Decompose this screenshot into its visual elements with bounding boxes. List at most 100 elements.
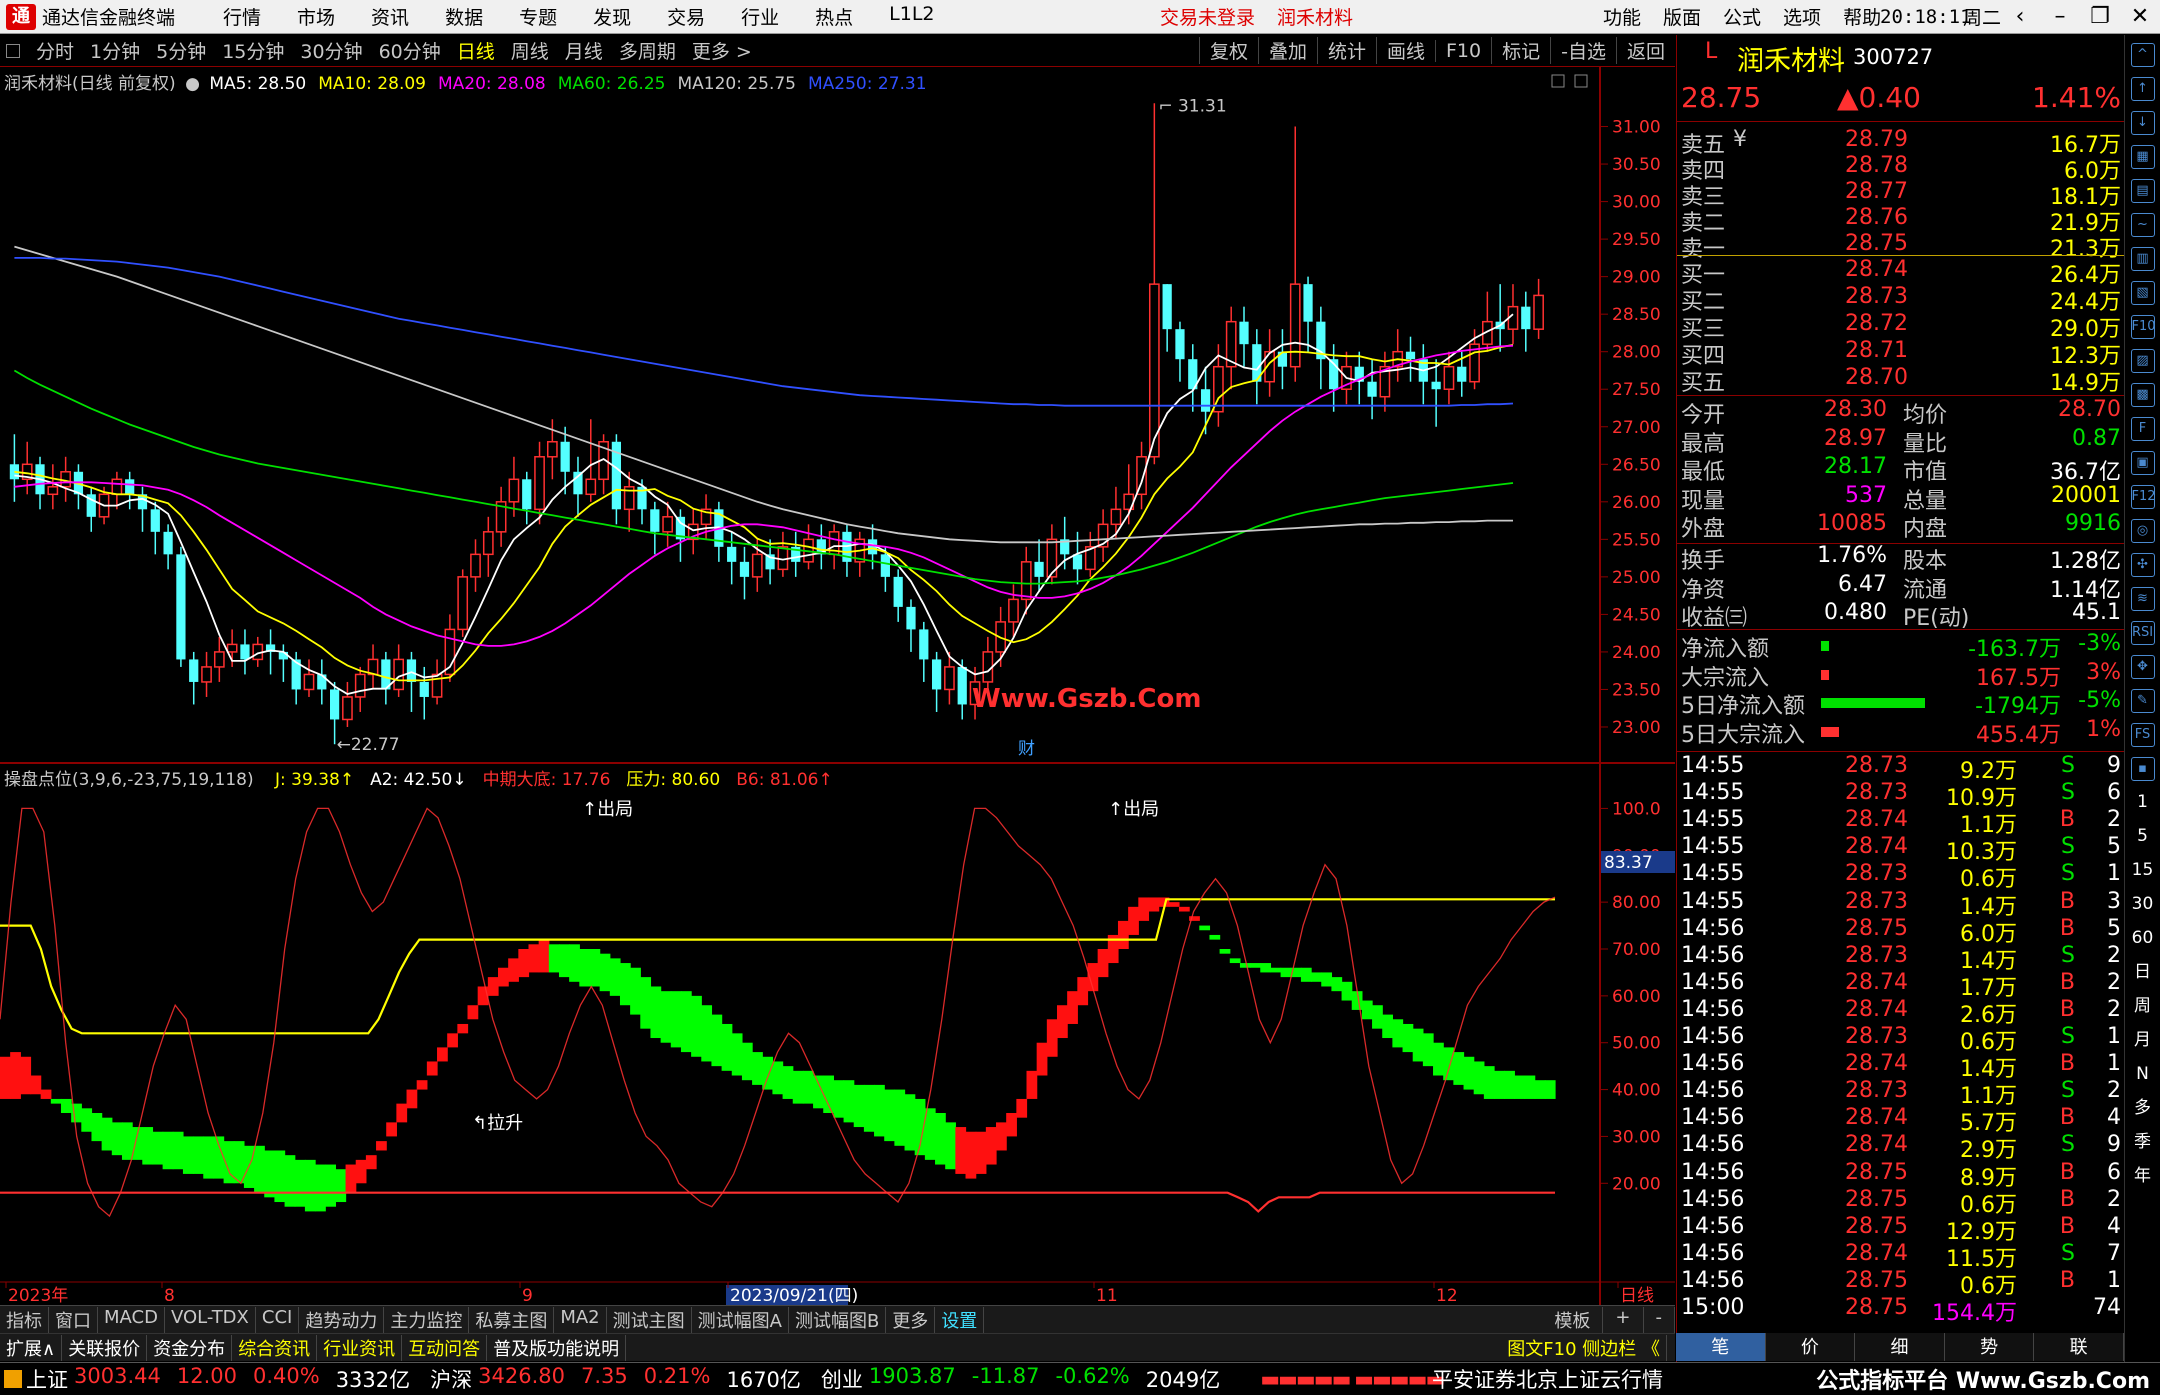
side-tool-icon-2[interactable]: ↓ bbox=[2130, 111, 2155, 135]
info-tab-1[interactable]: 关联报价 bbox=[62, 1334, 148, 1361]
side-tool-icon-5[interactable]: ~ bbox=[2130, 213, 2155, 237]
ask-price[interactable]: 28.77 bbox=[1845, 179, 1908, 204]
side-tool-icon-6[interactable]: ▥ bbox=[2130, 247, 2155, 271]
period-tab-8[interactable]: 月线 bbox=[557, 37, 611, 64]
chart-area[interactable]: 31.00 30.50 30.00 29.50 29.00 28.50 28.00 27.50… bbox=[0, 67, 1675, 1312]
side-tool-icon-27[interactable]: 日 bbox=[2131, 961, 2155, 985]
indicator-tab-3[interactable]: VOL-TDX bbox=[165, 1306, 256, 1333]
chart-tool-0[interactable]: 复权 bbox=[1198, 37, 1258, 64]
bid-price[interactable]: 28.73 bbox=[1845, 284, 1908, 309]
side-tool-icon-14[interactable]: ◎ bbox=[2130, 519, 2155, 543]
period-tab-0[interactable]: 分时 bbox=[28, 37, 82, 64]
menu-item-3[interactable]: 数据 bbox=[427, 3, 501, 30]
indicator-tab-5[interactable]: 趋势动力 bbox=[299, 1306, 385, 1333]
template-control-0[interactable]: 模板 bbox=[1542, 1306, 1604, 1333]
side-tool-icon-7[interactable]: ▧ bbox=[2130, 281, 2155, 305]
side-tool-icon-19[interactable]: ✎ bbox=[2130, 689, 2155, 713]
quote-tab-4[interactable]: 联 bbox=[2034, 1333, 2124, 1361]
period-tab-7[interactable]: 周线 bbox=[503, 37, 557, 64]
minimize-icon[interactable]: – bbox=[2040, 4, 2080, 29]
indicator-tab-7[interactable]: 私募主图 bbox=[469, 1306, 555, 1333]
indicator-tab-12[interactable]: 更多 bbox=[886, 1306, 936, 1333]
side-tool-icon-13[interactable]: F12 bbox=[2130, 485, 2156, 509]
ask-price[interactable]: 28.76 bbox=[1845, 205, 1908, 230]
info-tab-2[interactable]: 资金分布 bbox=[147, 1334, 233, 1361]
quote-tab-1[interactable]: 价 bbox=[1765, 1333, 1856, 1361]
side-tool-icon-32[interactable]: 季 bbox=[2131, 1131, 2155, 1155]
menu-item-8[interactable]: 热点 bbox=[797, 3, 871, 30]
side-tool-icon-24[interactable]: 15 bbox=[2131, 859, 2155, 883]
index-quote[interactable]: 上证 3003.44 12.00 0.40% 3332亿 bbox=[26, 1364, 430, 1394]
info-tab-3[interactable]: 综合资讯 bbox=[232, 1334, 318, 1361]
side-tool-icon-31[interactable]: 多 bbox=[2131, 1097, 2155, 1121]
side-tool-icon-33[interactable]: 年 bbox=[2131, 1165, 2155, 1189]
status-link-0[interactable]: 交易未登录 bbox=[1160, 3, 1255, 30]
sidebar-toggle[interactable]: 图文F10 侧边栏 《 bbox=[1501, 1334, 1667, 1361]
right-menu-item-1[interactable]: 版面 bbox=[1652, 3, 1712, 30]
side-tool-icon-8[interactable]: F10 bbox=[2130, 315, 2156, 339]
chart-tool-7[interactable]: 返回 bbox=[1615, 37, 1675, 64]
chart-tool-4[interactable]: F10 bbox=[1435, 39, 1491, 62]
bid-price[interactable]: 28.70 bbox=[1845, 365, 1908, 390]
indicator-tab-13[interactable]: 设置 bbox=[935, 1306, 985, 1333]
bid-price[interactable]: 28.72 bbox=[1845, 311, 1908, 336]
menu-item-5[interactable]: 发现 bbox=[575, 3, 649, 30]
side-tool-icon-4[interactable]: ▤ bbox=[2130, 179, 2155, 203]
right-menu-item-2[interactable]: 公式 bbox=[1712, 3, 1772, 30]
side-tool-icon-12[interactable]: ▣ bbox=[2130, 451, 2155, 475]
ask-price[interactable]: 28.75 bbox=[1845, 231, 1908, 256]
indicator-tab-9[interactable]: 测试主图 bbox=[607, 1306, 692, 1333]
period-tab-1[interactable]: 1分钟 bbox=[82, 37, 148, 64]
side-tool-icon-28[interactable]: 周 bbox=[2131, 995, 2155, 1019]
indicator-tab-1[interactable]: 窗口 bbox=[49, 1306, 98, 1333]
period-tab-5[interactable]: 60分钟 bbox=[371, 37, 449, 64]
menu-item-9[interactable]: L1L2 bbox=[871, 3, 952, 30]
index-quote[interactable]: 创业 1903.87 -11.87 -0.62% 2049亿 bbox=[821, 1364, 1240, 1394]
period-tab-6[interactable]: 日线 bbox=[449, 37, 503, 64]
menu-item-0[interactable]: 行情 bbox=[205, 3, 279, 30]
chart-tool-1[interactable]: 叠加 bbox=[1257, 37, 1317, 64]
right-menu-item-0[interactable]: 功能 bbox=[1592, 3, 1652, 30]
side-tool-icon-15[interactable]: ✣ bbox=[2130, 553, 2155, 577]
side-tool-icon-0[interactable]: ^ bbox=[2130, 43, 2155, 67]
indicator-tab-10[interactable]: 测试幅图A bbox=[692, 1306, 789, 1333]
indicator-tab-11[interactable]: 测试幅图B bbox=[789, 1306, 887, 1333]
quote-tab-3[interactable]: 势 bbox=[1944, 1333, 2035, 1361]
index-quote[interactable]: 沪深 3426.80 7.35 0.21% 1670亿 bbox=[430, 1364, 821, 1394]
info-tab-5[interactable]: 互动问答 bbox=[402, 1334, 488, 1361]
side-tool-icon-22[interactable]: 1 bbox=[2131, 791, 2155, 815]
menu-item-1[interactable]: 市场 bbox=[279, 3, 353, 30]
side-tool-icon-1[interactable]: ↑ bbox=[2130, 77, 2155, 101]
menu-item-7[interactable]: 行业 bbox=[723, 3, 797, 30]
info-tab-0[interactable]: 扩展∧ bbox=[0, 1334, 63, 1361]
kline-chart[interactable]: 31.00 30.50 30.00 29.50 29.00 28.50 28.00 27.50… bbox=[0, 67, 1675, 1305]
back-icon[interactable]: ‹ bbox=[2000, 4, 2040, 29]
indicator-tab-6[interactable]: 主力监控 bbox=[384, 1306, 470, 1333]
menu-item-2[interactable]: 资讯 bbox=[353, 3, 427, 30]
toggle-box-icon[interactable] bbox=[6, 43, 20, 58]
side-tool-icon-18[interactable]: ✥ bbox=[2130, 655, 2155, 679]
menu-item-6[interactable]: 交易 bbox=[649, 3, 723, 30]
info-tab-4[interactable]: 行业资讯 bbox=[317, 1334, 403, 1361]
side-tool-icon-20[interactable]: FS bbox=[2130, 723, 2155, 747]
chart-tool-2[interactable]: 统计 bbox=[1316, 37, 1376, 64]
bid-price[interactable]: 28.74 bbox=[1845, 257, 1908, 282]
chart-tool-6[interactable]: -自选 bbox=[1550, 37, 1616, 64]
side-tool-icon-17[interactable]: RSI bbox=[2130, 621, 2155, 645]
side-tool-icon-3[interactable]: ▦ bbox=[2130, 145, 2155, 169]
indicator-tab-4[interactable]: CCI bbox=[256, 1306, 300, 1333]
template-control-2[interactable]: - bbox=[1644, 1306, 1675, 1333]
chart-tool-5[interactable]: 标记 bbox=[1491, 37, 1550, 64]
side-tool-icon-30[interactable]: N bbox=[2131, 1063, 2155, 1087]
chart-tool-3[interactable]: 画线 bbox=[1375, 37, 1435, 64]
period-tab-4[interactable]: 30分钟 bbox=[292, 37, 370, 64]
period-tab-2[interactable]: 5分钟 bbox=[148, 37, 214, 64]
period-tab-9[interactable]: 多周期 bbox=[611, 37, 684, 64]
settings-dot-icon[interactable]: ● bbox=[185, 74, 200, 94]
right-menu-item-3[interactable]: 选项 bbox=[1772, 3, 1832, 30]
close-icon[interactable]: ✕ bbox=[2120, 4, 2160, 29]
side-tool-icon-10[interactable]: ▩ bbox=[2130, 383, 2155, 407]
ask-price[interactable]: 28.78 bbox=[1845, 153, 1908, 178]
side-tool-icon-16[interactable]: ≋ bbox=[2130, 587, 2155, 611]
restore-icon[interactable]: ❐ bbox=[2080, 4, 2120, 29]
